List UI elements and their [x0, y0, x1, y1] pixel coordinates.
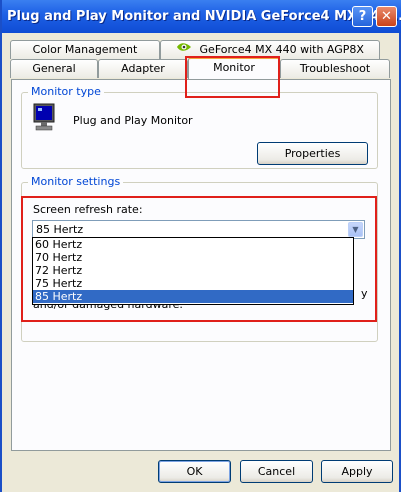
- list-item-75[interactable]: 75 Hertz: [33, 277, 353, 290]
- tab-label: Color Management: [32, 43, 138, 56]
- list-item-70[interactable]: 70 Hertz: [33, 251, 353, 264]
- help-button[interactable]: ?: [352, 6, 373, 27]
- tab-label: General: [32, 62, 76, 75]
- warning-text-tail: y: [361, 287, 368, 300]
- refresh-rate-value: 85 Hertz: [36, 223, 84, 236]
- tab-color-management[interactable]: Color Management: [10, 40, 160, 59]
- refresh-rate-dropdown[interactable]: 60 Hertz 70 Hertz 72 Hertz 75 Hertz 85 H…: [32, 237, 354, 305]
- tab-troubleshoot[interactable]: Troubleshoot: [280, 59, 390, 78]
- tab-label: Troubleshoot: [299, 62, 371, 75]
- list-item-72[interactable]: 72 Hertz: [33, 264, 353, 277]
- ok-button[interactable]: OK: [158, 460, 231, 483]
- close-button[interactable]: ✕: [376, 6, 397, 27]
- refresh-rate-label: Screen refresh rate:: [33, 203, 143, 216]
- tab-label: Monitor: [213, 61, 255, 74]
- monitor-name: Plug and Play Monitor: [73, 114, 193, 127]
- tab-monitor[interactable]: Monitor: [188, 57, 280, 79]
- tab-adapter[interactable]: Adapter: [98, 59, 188, 78]
- tab-label: Adapter: [121, 62, 165, 75]
- monitor-type-legend: Monitor type: [28, 85, 104, 98]
- tab-general[interactable]: General: [10, 59, 98, 78]
- monitor-icon: [33, 103, 55, 134]
- dialog-content: Color Management GeForce4 MX 440 with AG…: [2, 33, 399, 492]
- title-bar[interactable]: Plug and Play Monitor and NVIDIA GeForce…: [2, 0, 401, 33]
- display-properties-window: Plug and Play Monitor and NVIDIA GeForce…: [0, 0, 401, 492]
- apply-button[interactable]: Apply: [321, 460, 393, 483]
- monitor-type-group: Monitor type Plug and Play Monitor Prope…: [21, 85, 378, 169]
- monitor-settings-legend: Monitor settings: [28, 175, 124, 188]
- properties-button[interactable]: Properties: [257, 142, 368, 165]
- chevron-down-icon[interactable]: ▼: [348, 222, 363, 237]
- window-title: Plug and Play Monitor and NVIDIA GeForce…: [7, 9, 401, 24]
- list-item-85[interactable]: 85 Hertz: [33, 290, 353, 303]
- tab-label: GeForce4 MX 440 with AGP8X: [199, 43, 364, 56]
- cancel-button[interactable]: Cancel: [240, 460, 313, 483]
- list-item-60[interactable]: 60 Hertz: [33, 238, 353, 251]
